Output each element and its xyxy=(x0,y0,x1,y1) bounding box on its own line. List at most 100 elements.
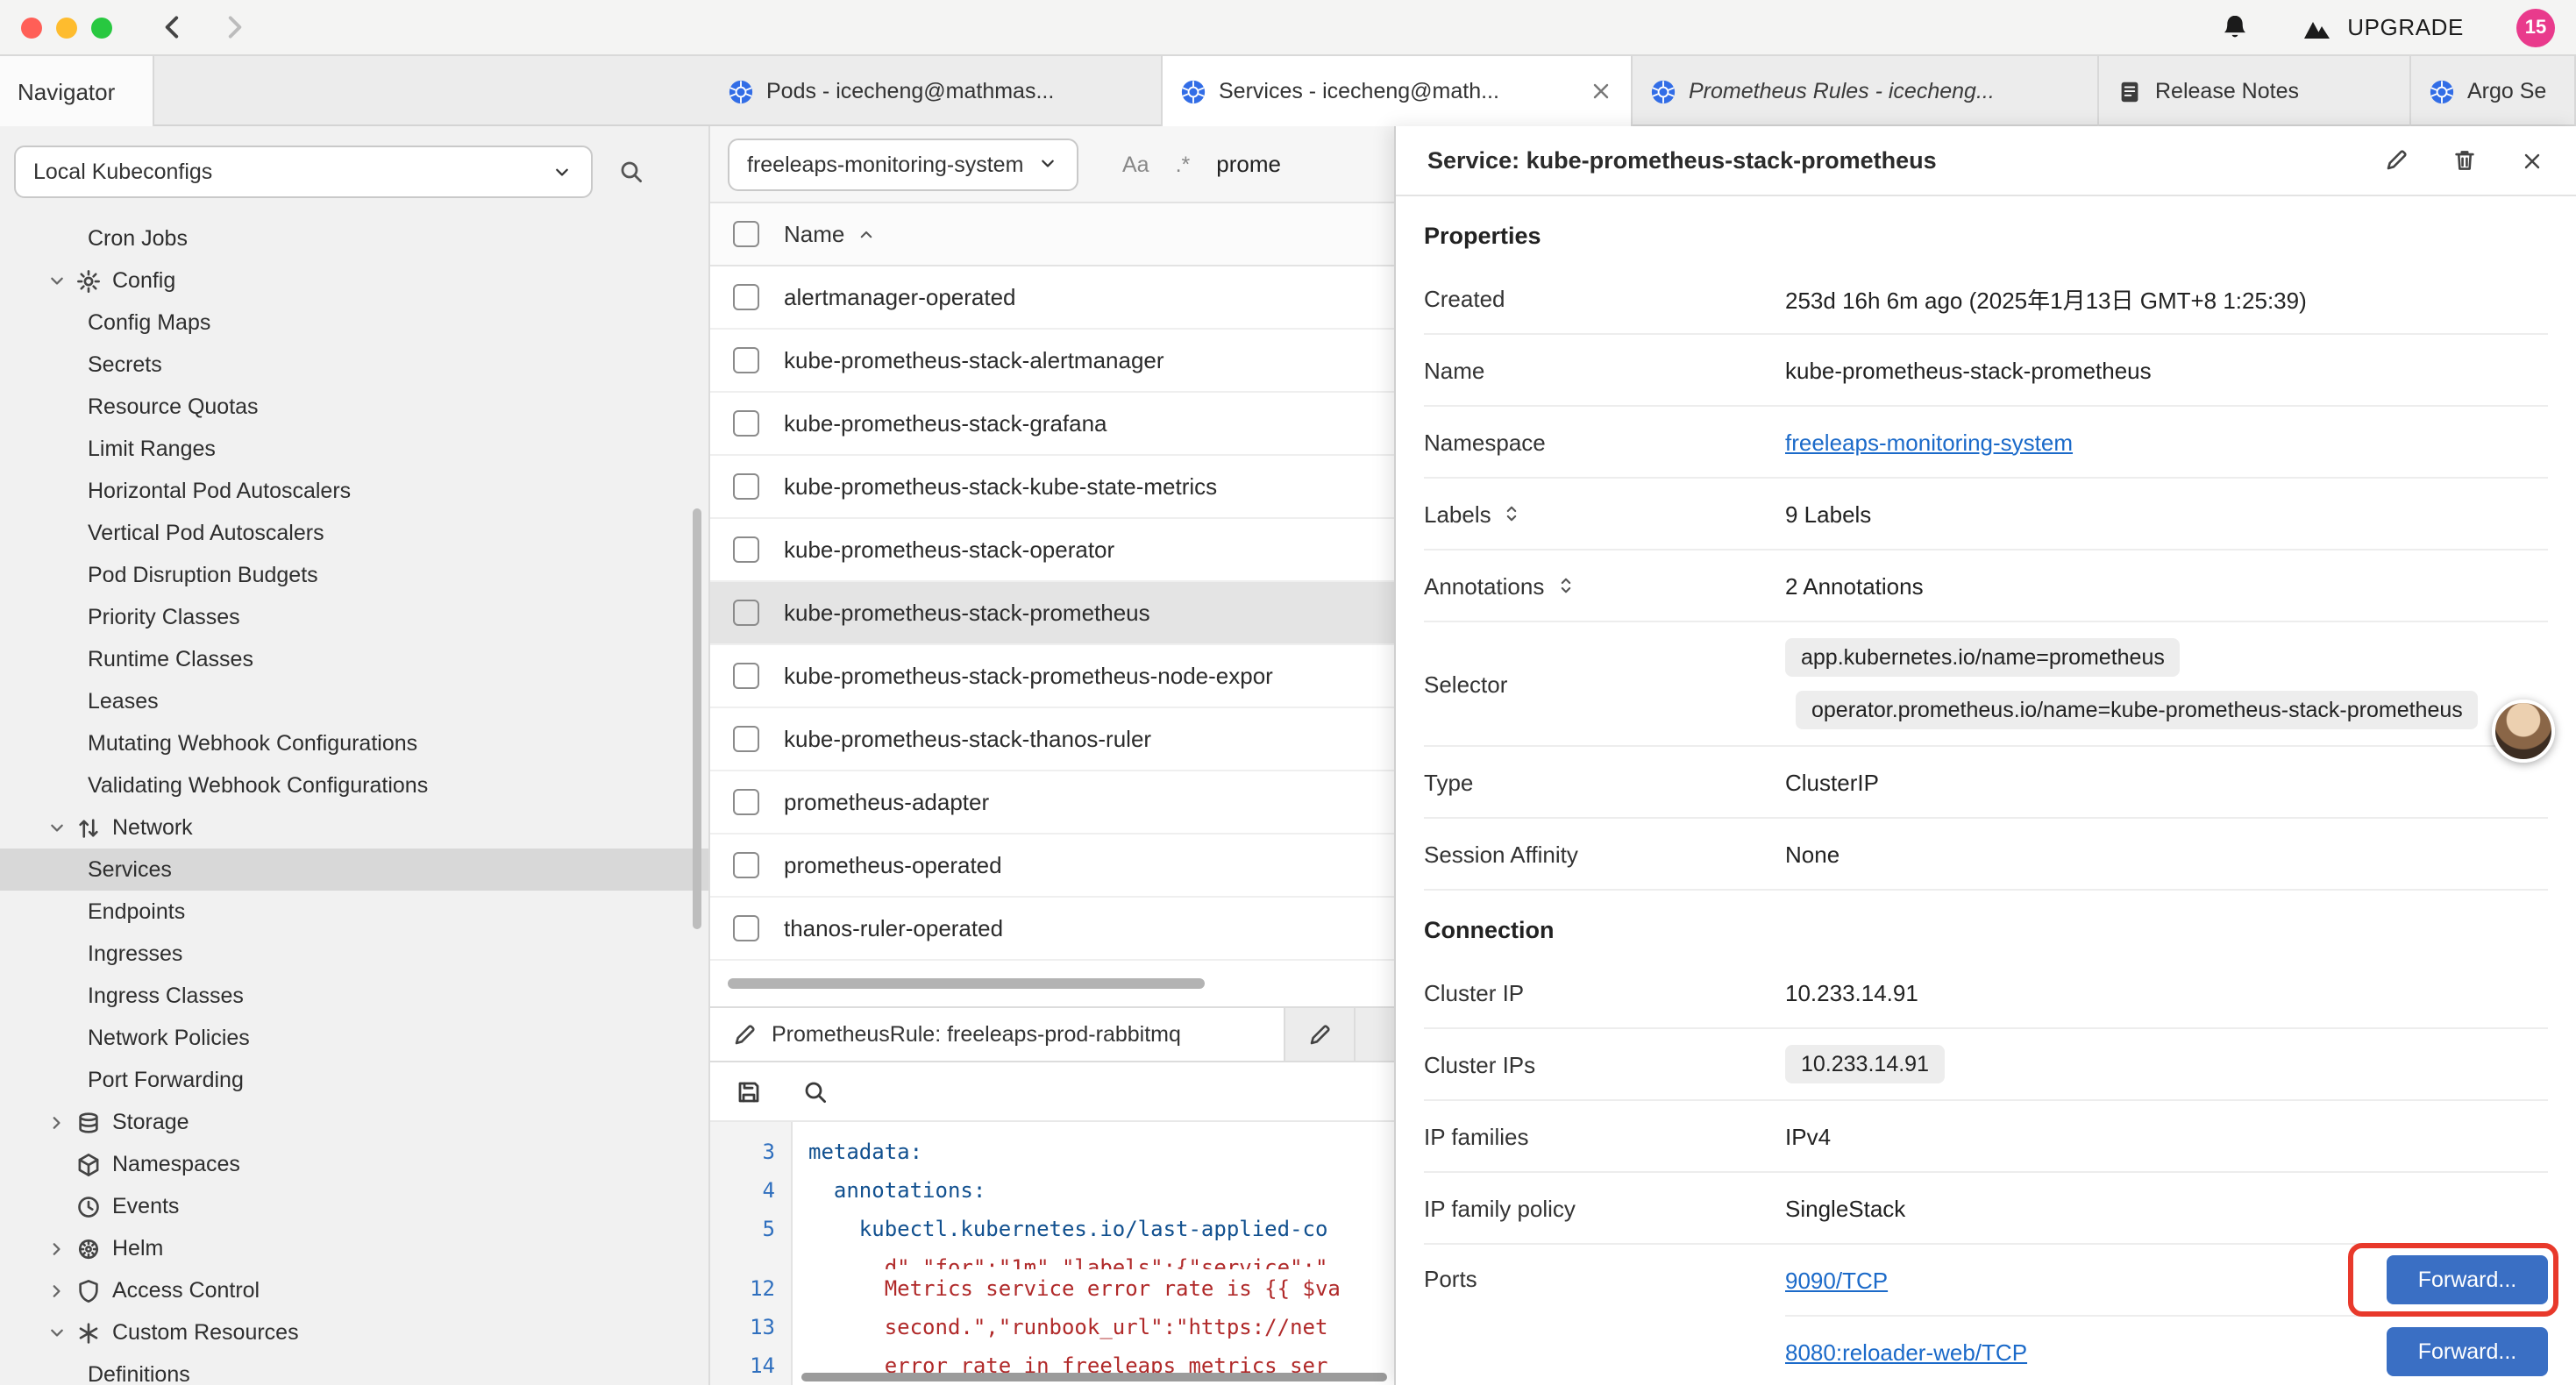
tab-prometheus-rules-icecheng[interactable]: Prometheus Rules - icecheng... xyxy=(1633,56,2099,126)
save-icon[interactable] xyxy=(735,1077,763,1105)
chevron-down-icon[interactable] xyxy=(42,816,70,839)
navigator-pane-header[interactable]: Navigator xyxy=(0,56,154,126)
detail-row-name: Namekube-prometheus-stack-prometheus xyxy=(1424,335,2548,407)
sidebar-item-helm[interactable]: Helm xyxy=(0,1227,708,1269)
sort-updown-icon[interactable] xyxy=(1502,503,1523,524)
sidebar-item-vertical-pod-autoscalers[interactable]: Vertical Pod Autoscalers xyxy=(0,512,708,554)
sidebar-item-validating-webhook-configurations[interactable]: Validating Webhook Configurations xyxy=(0,764,708,806)
back-icon[interactable] xyxy=(158,12,188,42)
match-case-toggle[interactable]: Aa xyxy=(1122,152,1149,176)
upgrade-button[interactable]: UPGRADE xyxy=(2302,14,2464,40)
close-window-button[interactable] xyxy=(21,17,42,38)
regex-toggle[interactable]: .* xyxy=(1176,152,1191,176)
dock-tab-partial[interactable] xyxy=(1285,1008,1356,1061)
row-checkbox[interactable] xyxy=(733,473,759,500)
delete-service-button[interactable] xyxy=(2451,147,2478,174)
port-link[interactable]: 9090/TCP xyxy=(1785,1267,1888,1293)
user-avatar[interactable] xyxy=(2492,700,2555,763)
kubeconfig-selector[interactable]: Local Kubeconfigs xyxy=(14,146,593,198)
row-checkbox[interactable] xyxy=(733,536,759,563)
sidebar-item-events[interactable]: Events xyxy=(0,1185,708,1227)
sidebar-item-mutating-webhook-configurations[interactable]: Mutating Webhook Configurations xyxy=(0,722,708,764)
sidebar-item-limit-ranges[interactable]: Limit Ranges xyxy=(0,428,708,470)
list-horizontal-scrollbar[interactable] xyxy=(728,978,1205,989)
sidebar-item-cron-jobs[interactable]: Cron Jobs xyxy=(0,217,708,259)
row-checkbox[interactable] xyxy=(733,915,759,941)
forward-icon[interactable] xyxy=(219,12,249,42)
service-row-thanos-ruler-operated[interactable]: thanos-ruler-operated xyxy=(710,898,1394,961)
search-input[interactable]: prome xyxy=(1216,151,1281,177)
chevron-down-icon[interactable] xyxy=(42,1321,70,1344)
sidebar-item-ingress-classes[interactable]: Ingress Classes xyxy=(0,975,708,1017)
sidebar-item-storage[interactable]: Storage xyxy=(0,1101,708,1143)
maximize-window-button[interactable] xyxy=(91,17,112,38)
service-row-kube-prometheus-stack-prometheus[interactable]: kube-prometheus-stack-prometheus xyxy=(710,582,1394,645)
column-header-name[interactable]: Name xyxy=(784,221,876,247)
tab-argo-se[interactable]: Argo Se xyxy=(2411,56,2576,126)
port-link[interactable]: 8080:reloader-web/TCP xyxy=(1785,1339,2027,1365)
row-checkbox[interactable] xyxy=(733,410,759,437)
sidebar-item-namespaces[interactable]: Namespaces xyxy=(0,1143,708,1185)
editor-horizontal-scrollbar[interactable] xyxy=(801,1373,1387,1381)
sidebar-item-secrets[interactable]: Secrets xyxy=(0,344,708,386)
sidebar-item-services[interactable]: Services xyxy=(0,849,708,891)
forward-button[interactable]: Forward... xyxy=(2387,1255,2548,1304)
minimize-window-button[interactable] xyxy=(56,17,77,38)
service-row-kube-prometheus-stack-operator[interactable]: kube-prometheus-stack-operator xyxy=(710,519,1394,582)
sidebar-item-definitions[interactable]: Definitions xyxy=(0,1353,708,1385)
chevron-right-icon[interactable] xyxy=(42,1279,70,1302)
sidebar-item-horizontal-pod-autoscalers[interactable]: Horizontal Pod Autoscalers xyxy=(0,470,708,512)
sidebar-item-resource-quotas[interactable]: Resource Quotas xyxy=(0,386,708,428)
sidebar-item-ingresses[interactable]: Ingresses xyxy=(0,933,708,975)
tab-pods-icecheng-mathmas[interactable]: Pods - icecheng@mathmas... xyxy=(710,56,1163,126)
namespace-link[interactable]: freeleaps-monitoring-system xyxy=(1785,429,2073,455)
sidebar-item-endpoints[interactable]: Endpoints xyxy=(0,891,708,933)
yaml-editor[interactable]: 3metadata:4 annotations:5 kubectl.kubern… xyxy=(710,1122,1394,1385)
sidebar-item-runtime-classes[interactable]: Runtime Classes xyxy=(0,638,708,680)
service-row-kube-prometheus-stack-prometheus-node-expor[interactable]: kube-prometheus-stack-prometheus-node-ex… xyxy=(710,645,1394,708)
sidebar-item-leases[interactable]: Leases xyxy=(0,680,708,722)
sort-updown-icon[interactable] xyxy=(1555,575,1576,596)
sidebar-scrollbar[interactable] xyxy=(693,508,701,929)
service-row-kube-prometheus-stack-grafana[interactable]: kube-prometheus-stack-grafana xyxy=(710,393,1394,456)
notification-count-badge[interactable]: 15 xyxy=(2516,8,2555,46)
chevron-right-icon[interactable] xyxy=(42,1237,70,1260)
row-checkbox[interactable] xyxy=(733,284,759,310)
row-checkbox[interactable] xyxy=(733,789,759,815)
sidebar-item-network[interactable]: Network xyxy=(0,806,708,849)
sidebar-item-access-control[interactable]: Access Control xyxy=(0,1269,708,1311)
editor-search-icon[interactable] xyxy=(801,1077,829,1105)
sidebar-item-priority-classes[interactable]: Priority Classes xyxy=(0,596,708,638)
service-row-prometheus-adapter[interactable]: prometheus-adapter xyxy=(710,771,1394,835)
sidebar-item-config[interactable]: Config xyxy=(0,259,708,302)
namespace-dropdown[interactable]: freeleaps-monitoring-system xyxy=(728,138,1078,190)
forward-button[interactable]: Forward... xyxy=(2387,1327,2548,1376)
edit-service-button[interactable] xyxy=(2383,147,2409,174)
row-checkbox[interactable] xyxy=(733,726,759,752)
chevron-right-icon[interactable] xyxy=(42,1111,70,1133)
tab-release-notes[interactable]: Release Notes xyxy=(2099,56,2411,126)
service-row-prometheus-operated[interactable]: prometheus-operated xyxy=(710,835,1394,898)
service-row-kube-prometheus-stack-thanos-ruler[interactable]: kube-prometheus-stack-thanos-ruler xyxy=(710,708,1394,771)
notifications-bell-icon[interactable] xyxy=(2219,12,2249,42)
sidebar-item-config-maps[interactable]: Config Maps xyxy=(0,302,708,344)
row-checkbox[interactable] xyxy=(733,852,759,878)
tab-services-icecheng-math[interactable]: Services - icecheng@math... xyxy=(1163,56,1633,126)
service-row-kube-prometheus-stack-alertmanager[interactable]: kube-prometheus-stack-alertmanager xyxy=(710,330,1394,393)
close-tab-icon[interactable] xyxy=(1589,79,1613,103)
sidebar-item-port-forwarding[interactable]: Port Forwarding xyxy=(0,1059,708,1101)
select-all-checkbox[interactable] xyxy=(733,221,759,247)
sidebar-item-label: Helm xyxy=(112,1236,163,1261)
sidebar-item-pod-disruption-budgets[interactable]: Pod Disruption Budgets xyxy=(0,554,708,596)
sidebar-search-icon[interactable] xyxy=(617,158,645,186)
chevron-down-icon[interactable] xyxy=(42,269,70,292)
close-details-button[interactable] xyxy=(2520,148,2544,173)
row-checkbox[interactable] xyxy=(733,600,759,626)
service-row-kube-prometheus-stack-kube-state-metrics[interactable]: kube-prometheus-stack-kube-state-metrics xyxy=(710,456,1394,519)
row-checkbox[interactable] xyxy=(733,663,759,689)
sidebar-item-network-policies[interactable]: Network Policies xyxy=(0,1017,708,1059)
sidebar-item-custom-resources[interactable]: Custom Resources xyxy=(0,1311,708,1353)
dock-tab-prometheusrule[interactable]: PrometheusRule: freeleaps-prod-rabbitmq xyxy=(710,1008,1285,1061)
service-row-alertmanager-operated[interactable]: alertmanager-operated xyxy=(710,266,1394,330)
row-checkbox[interactable] xyxy=(733,347,759,373)
